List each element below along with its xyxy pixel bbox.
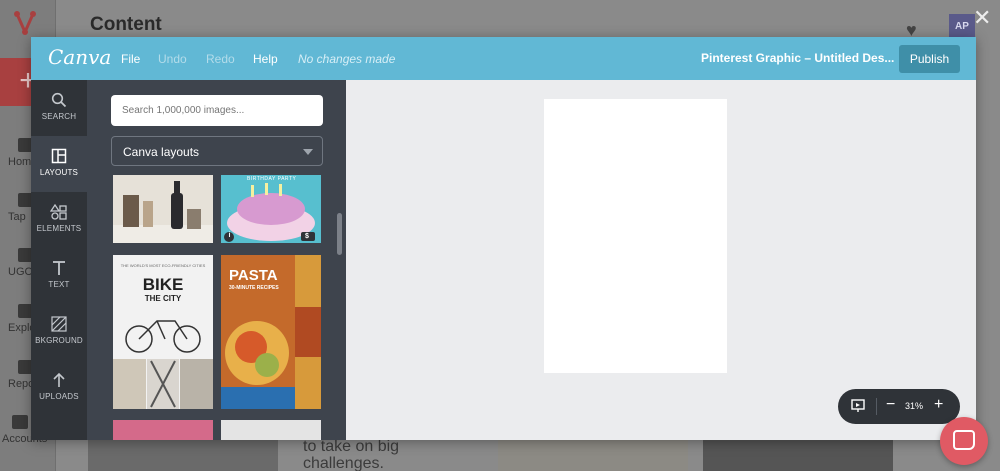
thumbnail-title: PASTA — [229, 267, 278, 284]
save-status: No changes made — [298, 52, 396, 66]
editor-topbar: Canva File Undo Redo Help No changes mad… — [31, 37, 976, 80]
background-icon — [51, 316, 67, 332]
price-badge: $ — [305, 233, 309, 240]
sidebar-item-search[interactable]: SEARCH — [31, 80, 87, 136]
sidebar-item-text[interactable]: TEXT — [31, 248, 87, 304]
still-life-image — [113, 175, 213, 243]
panel-scrollbar[interactable] — [337, 213, 342, 255]
sidebar-item-elements[interactable]: ELEMENTS — [31, 192, 87, 248]
app-logo-icon — [14, 11, 36, 35]
sidebar-item-uploads[interactable]: UPLOADS — [31, 360, 87, 416]
search-icon — [51, 92, 67, 108]
sidebar-item-layouts[interactable]: LAYOUTS — [31, 136, 87, 192]
design-page[interactable] — [544, 99, 727, 373]
chat-icon — [953, 430, 975, 450]
elements-icon — [50, 204, 67, 220]
zoom-in-button[interactable]: + — [934, 396, 943, 414]
close-icon[interactable]: ✕ — [973, 5, 991, 31]
present-icon[interactable] — [851, 399, 865, 413]
file-menu[interactable]: File — [121, 52, 140, 66]
page-title: Content — [90, 14, 162, 35]
zoom-level: 31% — [905, 401, 924, 411]
thumbnail-kicker: THE WORLD'S MOST ECO-FRIENDLY CITIES — [120, 263, 206, 268]
chevron-down-icon — [303, 149, 313, 155]
divider — [876, 398, 877, 415]
thumbnail-title: BIKE — [142, 275, 184, 294]
zoom-controls: − 31% + — [838, 389, 960, 424]
thumbnail-subtitle: 30-MINUTE RECIPES — [229, 285, 279, 291]
canva-logo: Canva — [48, 45, 112, 69]
layouts-icon — [51, 148, 67, 164]
zoom-out-button[interactable]: − — [886, 396, 895, 414]
undo-button[interactable]: Undo — [158, 52, 187, 66]
text-icon — [53, 261, 65, 275]
info-icon[interactable]: i — [227, 232, 232, 239]
design-canvas-area: − 31% + — [346, 80, 976, 440]
upload-icon — [53, 372, 65, 387]
background-cards — [88, 440, 898, 471]
card-image — [498, 440, 688, 471]
chat-launcher-button[interactable] — [940, 417, 988, 465]
help-menu[interactable]: Help — [253, 52, 278, 66]
image-search-input[interactable] — [111, 95, 323, 126]
layouts-panel: Canva layouts i $ BIRTHDAY PARTY — [87, 80, 346, 440]
card-image — [88, 440, 278, 471]
layout-thumbnail[interactable] — [113, 175, 213, 243]
redo-button[interactable]: Redo — [206, 52, 235, 66]
thumbnail-caption: BIRTHDAY PARTY — [247, 176, 297, 182]
layout-thumbnail[interactable]: i $ BIRTHDAY PARTY — [221, 175, 321, 243]
canva-editor-modal: Canva File Undo Redo Help No changes mad… — [31, 37, 976, 440]
layout-thumbnail[interactable] — [221, 420, 321, 440]
document-title[interactable]: Pinterest Graphic – Untitled Des... — [701, 51, 894, 65]
layout-thumbnail[interactable]: PASTA 30-MINUTE RECIPES — [221, 255, 321, 409]
editor-sidebar: SEARCH LAYOUTS ELEMENTS TEXT BKGROUND UP… — [31, 80, 87, 440]
thumbnail-subtitle: THE CITY — [144, 294, 182, 303]
card-text: to take on big challenges. — [303, 438, 400, 471]
user-icon — [12, 415, 28, 429]
sidebar-item-background[interactable]: BKGROUND — [31, 304, 87, 360]
layout-thumbnail[interactable]: THE WORLD'S MOST ECO-FRIENDLY CITIES BIK… — [113, 255, 213, 409]
card-image — [703, 440, 893, 471]
bicycle-image — [113, 320, 213, 409]
layout-category-select[interactable]: Canva layouts — [111, 136, 323, 166]
publish-button[interactable]: Publish — [899, 45, 960, 73]
layout-thumbnail[interactable] — [113, 420, 213, 440]
